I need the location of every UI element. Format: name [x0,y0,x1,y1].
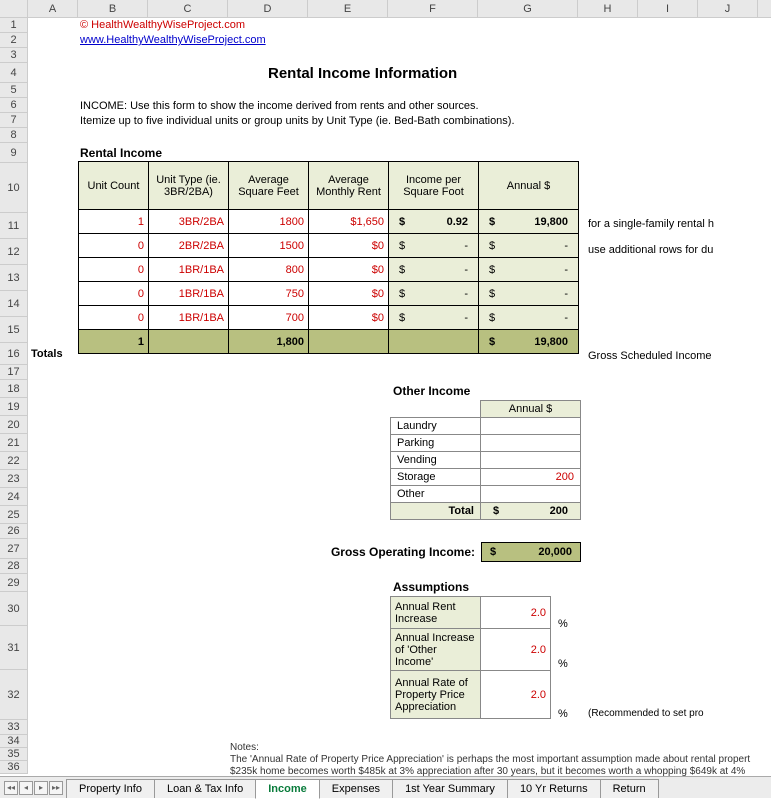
note-row-2: use additional rows for du [588,244,713,256]
page-title: Rental Income Information [268,65,457,82]
row-headers: 123 4 567 89 10 11 12 13 14 15 16 17 18 … [0,18,28,774]
header-annual: Annual $ [479,162,579,210]
header-unit-count: Unit Count [79,162,149,210]
table-row: Annual Increase of 'Other Income'2.0 [391,629,551,671]
assumptions-table: Annual Rent Increase2.0 Annual Increase … [390,596,551,719]
gross-scheduled-label: Gross Scheduled Income [588,350,712,362]
copyright-text: © HealthWealthyWiseProject.com [80,19,245,31]
header-rent: Average Monthly Rent [309,162,389,210]
totals-label: Totals [31,348,63,360]
cell-annual: $19,800 [479,210,579,234]
table-row: Parking [391,435,581,452]
other-annual-header: Annual $ [481,401,581,418]
tab-nav-next-icon[interactable]: ▸ [34,781,48,795]
table-row: Annual Rent Increase2.0 [391,597,551,629]
goi-value: $20,000 [481,542,581,562]
totals-row: 1 1,800 $19,800 [79,330,579,354]
totals-sqft: 1,800 [229,330,309,354]
assumption-note: (Recommended to set pro [588,708,704,719]
note-row-1: for a single-family rental h [588,218,714,230]
tab-property-info[interactable]: Property Info [66,779,155,798]
table-row: 1 3BR/2BA 1800 $1,650 $0.92 $19,800 [79,210,579,234]
table-row: Annual Rate of Property Price Appreciati… [391,671,551,719]
table-row: Other [391,486,581,503]
description-line-1: INCOME: Use this form to show the income… [80,100,479,112]
header-unit-type: Unit Type (ie. 3BR/2BA) [149,162,229,210]
rental-income-label: Rental Income [80,146,162,160]
tab-1st-year-summary[interactable]: 1st Year Summary [392,779,508,798]
table-row: Laundry [391,418,581,435]
cell-income-sqft: $0.92 [389,210,479,234]
tab-loan-tax-info[interactable]: Loan & Tax Info [154,779,256,798]
rental-income-table: Unit Count Unit Type (ie. 3BR/2BA) Avera… [78,161,579,354]
percent-icon: % [558,708,568,720]
tab-nav-prev-icon[interactable]: ◂ [19,781,33,795]
other-income-table: Annual $ Laundry Parking Vending Storage… [390,400,581,520]
percent-icon: % [558,658,568,670]
tab-nav-last-icon[interactable]: ▸▸ [49,781,63,795]
notes-label: Notes: [230,742,259,753]
other-total-row: Total$200 [391,503,581,520]
website-link[interactable]: www.HealthyWealthyWiseProject.com [80,34,266,46]
other-income-label: Other Income [393,384,470,398]
table-row: 0 2BR/2BA 1500 $0 $- $- [79,234,579,258]
tab-10yr-returns[interactable]: 10 Yr Returns [507,779,601,798]
header-income-sqft: Income per Square Foot [389,162,479,210]
sheet-tab-bar: ◂◂ ◂ ▸ ▸▸ Property Info Loan & Tax Info … [0,776,771,798]
cell-sqft[interactable]: 1800 [229,210,309,234]
assumptions-label: Assumptions [393,580,469,594]
cell-unit-count[interactable]: 1 [79,210,149,234]
goi-label: Gross Operating Income: [300,545,475,559]
tab-return[interactable]: Return [600,779,659,798]
percent-icon: % [558,618,568,630]
tab-income[interactable]: Income [255,779,320,799]
column-headers: A B C D E F G H I J [0,0,771,18]
table-row: 0 1BR/1BA 750 $0 $- $- [79,282,579,306]
table-row: Storage200 [391,469,581,486]
table-row: 0 1BR/1BA 800 $0 $- $- [79,258,579,282]
totals-annual: $19,800 [479,330,579,354]
tab-nav-first-icon[interactable]: ◂◂ [4,781,18,795]
notes-text: The 'Annual Rate of Property Price Appre… [230,754,770,776]
table-row: Vending [391,452,581,469]
cell-rent[interactable]: $1,650 [309,210,389,234]
table-row: 0 1BR/1BA 700 $0 $- $- [79,306,579,330]
tab-expenses[interactable]: Expenses [319,779,393,798]
totals-count: 1 [79,330,149,354]
header-sqft: Average Square Feet [229,162,309,210]
description-line-2: Itemize up to five individual units or g… [80,115,515,127]
cell-unit-type[interactable]: 3BR/2BA [149,210,229,234]
